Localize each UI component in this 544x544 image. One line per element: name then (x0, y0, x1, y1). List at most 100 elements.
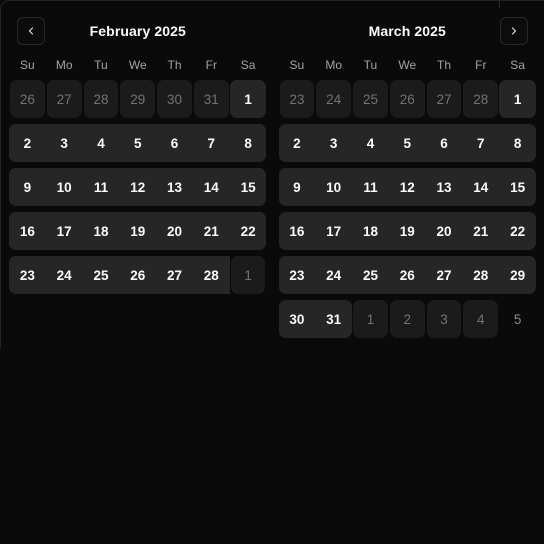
day-cell[interactable]: 15 (229, 168, 267, 206)
day-cell[interactable]: 14 (462, 168, 500, 206)
weekday-label: Th (167, 58, 182, 72)
day-cell[interactable]: 25 (353, 80, 388, 118)
day-cell[interactable]: 6 (425, 124, 463, 162)
day-cell[interactable]: 27 (156, 256, 193, 294)
week-row: 2345678 (9, 124, 267, 162)
week-row: 9 10 11 12 13 14 15 (9, 168, 267, 206)
weekday-label: We (398, 58, 417, 72)
day-cell[interactable]: 2 (278, 124, 316, 162)
day-cell[interactable]: 16 (9, 212, 46, 250)
day-cell[interactable]: 23 (9, 256, 46, 294)
day-cell[interactable]: 6 (156, 124, 193, 162)
months-container: February 2025 Su Mo Tu We Th Fr Sa 26 27 28 29 30 31 1… (9, 15, 536, 338)
week-row: 16 17 18 19 20 21 22 (278, 212, 537, 250)
day-cell[interactable]: 26 (389, 80, 425, 118)
day-cell[interactable]: 20 (425, 212, 463, 250)
day-cell[interactable]: 5 (119, 124, 157, 162)
day-cell[interactable]: 31 (193, 80, 229, 118)
chevron-left-icon (28, 27, 34, 35)
day-cell[interactable]: 11 (352, 168, 389, 206)
next-month-button[interactable] (500, 17, 528, 45)
day-cell[interactable]: 15 (499, 168, 536, 206)
day-cell[interactable]: 5 (499, 300, 536, 338)
day-cell[interactable]: 26 (119, 256, 157, 294)
day-cell[interactable]: 30 (278, 300, 316, 338)
day-cell[interactable]: 27 (425, 256, 463, 294)
week-row: 9 10 11 12 13 14 15 (278, 168, 537, 206)
day-cell[interactable]: 28 (192, 256, 230, 294)
day-cell[interactable]: 3 (315, 124, 353, 162)
day-cell[interactable]: 30 (157, 80, 192, 118)
day-cell[interactable]: 8 (229, 124, 267, 162)
day-cell[interactable]: 27 (426, 80, 462, 118)
day-cell[interactable]: 13 (156, 168, 193, 206)
day-cell[interactable]: 28 (463, 80, 499, 118)
day-cell[interactable]: 29 (120, 80, 156, 118)
day-cell[interactable]: 22 (499, 212, 536, 250)
day-cell[interactable]: 18 (352, 212, 389, 250)
day-cell[interactable]: 28 (83, 80, 119, 118)
day-cell[interactable]: 17 (45, 212, 83, 250)
day-cell[interactable]: 9 (9, 168, 46, 206)
month-title: March 2025 (368, 23, 446, 39)
week-rows: 26 27 28 29 30 31 1 2 3 4 5 6 7 8 9 10 11 12 13 14 15 16 17 18 1… (9, 80, 267, 294)
day-cell[interactable]: 28 (462, 256, 500, 294)
day-cell[interactable]: 24 (316, 80, 352, 118)
day-cell[interactable]: 3 (426, 300, 462, 338)
day-cell[interactable]: 3 (45, 124, 83, 162)
day-cell[interactable]: 31 (315, 300, 353, 338)
week-row: 2345678 (278, 124, 537, 162)
day-cell[interactable]: 4 (352, 124, 389, 162)
weekday-label: Mo (55, 58, 73, 72)
weekday-label: Tu (94, 58, 108, 72)
panel-edge-tick (499, 1, 500, 8)
day-cell[interactable]: 17 (315, 212, 353, 250)
day-cell[interactable]: 26 (388, 256, 426, 294)
day-cell[interactable]: 2 (389, 300, 425, 338)
day-cell[interactable]: 1 (230, 256, 266, 294)
day-cell[interactable]: 21 (192, 212, 230, 250)
day-cell[interactable]: 9 (278, 168, 316, 206)
day-cell[interactable]: 12 (119, 168, 157, 206)
day-cell[interactable]: 11 (82, 168, 120, 206)
weekday-label: Su (289, 58, 305, 72)
day-cell[interactable]: 24 (45, 256, 83, 294)
day-cell[interactable]: 16 (278, 212, 316, 250)
day-cell[interactable]: 4 (82, 124, 120, 162)
weekday-label: Sa (510, 58, 525, 72)
day-cell[interactable]: 1 (499, 80, 536, 118)
day-cell[interactable]: 7 (462, 124, 500, 162)
day-cell[interactable]: 25 (352, 256, 389, 294)
day-cell[interactable]: 12 (388, 168, 426, 206)
month-header: March 2025 (279, 15, 537, 47)
day-cell[interactable]: 20 (156, 212, 193, 250)
day-cell[interactable]: 14 (192, 168, 230, 206)
day-cell[interactable]: 1 (353, 300, 388, 338)
day-cell[interactable]: 1 (229, 80, 267, 118)
day-cell[interactable]: 19 (388, 212, 426, 250)
day-cell[interactable]: 24 (315, 256, 353, 294)
month-left: February 2025 Su Mo Tu We Th Fr Sa 26 27 28 29 30 31 1… (9, 15, 267, 338)
day-cell[interactable]: 18 (82, 212, 120, 250)
day-cell[interactable]: 21 (462, 212, 500, 250)
day-cell[interactable]: 19 (119, 212, 157, 250)
day-cell[interactable]: 23 (278, 256, 316, 294)
day-cell[interactable]: 10 (315, 168, 353, 206)
day-cell[interactable]: 29 (499, 256, 536, 294)
weekday-label: Sa (240, 58, 256, 72)
day-cell[interactable]: 2 (9, 124, 46, 162)
weekday-header-row: Su Mo Tu We Th Fr Sa (9, 55, 267, 75)
day-cell[interactable]: 7 (192, 124, 230, 162)
prev-month-button[interactable] (17, 17, 45, 45)
week-row: 23 24 25 26 27 28 1 (279, 80, 537, 118)
day-cell[interactable]: 26 (10, 80, 45, 118)
day-cell[interactable]: 25 (82, 256, 120, 294)
day-cell[interactable]: 10 (45, 168, 83, 206)
day-cell[interactable]: 4 (463, 300, 499, 338)
day-cell[interactable]: 13 (425, 168, 463, 206)
day-cell[interactable]: 8 (499, 124, 536, 162)
day-cell[interactable]: 23 (279, 80, 315, 118)
day-cell[interactable]: 27 (46, 80, 82, 118)
day-cell[interactable]: 5 (388, 124, 426, 162)
day-cell[interactable]: 22 (229, 212, 267, 250)
